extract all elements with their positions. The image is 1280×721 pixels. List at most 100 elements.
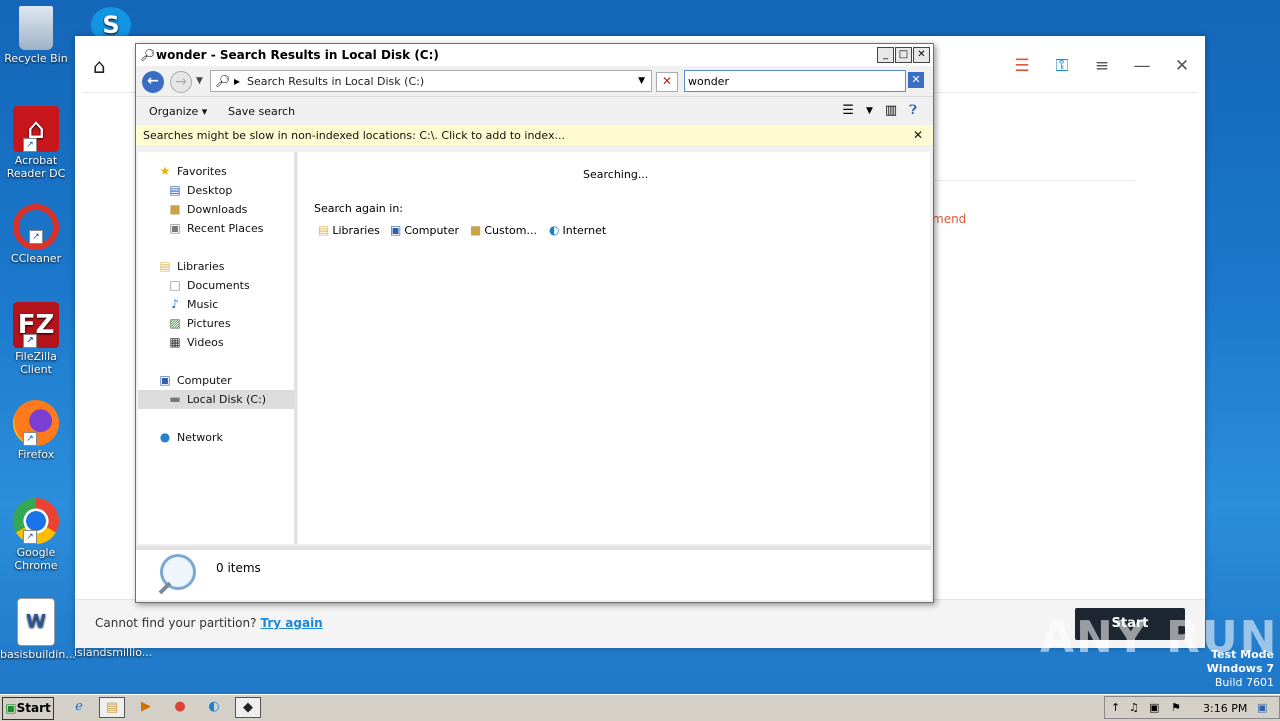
search-again-computer[interactable]: ▣ Computer (390, 223, 459, 237)
local-disk-icon: ▬ (169, 392, 181, 406)
taskbar: ▣Start ℯ ▤ ▶ ● ◐ ◆ ↑ ♫ ▣ ⚑ 3:16 PM ▣ (0, 694, 1280, 721)
taskbar-chrome-icon[interactable]: ● (167, 697, 193, 718)
taskbar-app-icon[interactable]: ◆ (235, 697, 261, 718)
nav-desktop[interactable]: ▤ Desktop (138, 181, 294, 200)
search-again-custom[interactable]: ■ Custom... (470, 223, 537, 237)
app-top-icons: ☰ ⚿ ≡ — ✕ (1013, 56, 1191, 76)
cannot-find-partition: Cannot find your partition? Try again (95, 616, 323, 630)
details-pane: 0 items (136, 546, 931, 600)
minimize-button[interactable]: _ (877, 47, 894, 63)
explorer-window: 🔎︎ wonder - Search Results in Local Disk… (135, 43, 934, 603)
navigation-pane: ★ Favorites ▤ Desktop ■ Downloads ▣ Recent P… (138, 152, 297, 544)
chrome-icon: ↗ (13, 498, 59, 544)
forward-button[interactable]: → (170, 71, 192, 93)
desktop-icon-chrome[interactable]: ↗ Google Chrome (0, 498, 72, 572)
maximize-button[interactable]: □ (895, 47, 912, 63)
address-bar[interactable]: 🔎︎ ▸ Search Results in Local Disk (C:) ▼ (210, 70, 652, 92)
word-document-icon: W (17, 598, 55, 646)
key-icon[interactable]: ⚿ (1053, 56, 1071, 76)
volume-icon[interactable]: ♫ (1129, 701, 1139, 714)
desktop-icon-ccleaner[interactable]: ↗ CCleaner (0, 204, 72, 265)
taskbar-media-player-icon[interactable]: ▶ (133, 697, 159, 718)
desktop-icon-recycle-bin[interactable]: Recycle Bin (0, 6, 72, 65)
view-options-icon[interactable]: ☰ (842, 103, 854, 119)
edge-icon: ◐ (549, 223, 560, 237)
back-button[interactable]: ← (142, 71, 164, 93)
libraries-icon: ▤ (318, 223, 330, 237)
stop-search-button[interactable]: ✕ (656, 72, 678, 92)
system-tray: ↑ ♫ ▣ ⚑ 3:16 PM ▣ (1104, 696, 1280, 719)
address-dropdown-icon[interactable]: ▼ (638, 76, 645, 86)
filezilla-icon: FZ ↗ (13, 302, 59, 348)
view-dropdown-icon[interactable]: ▼ (866, 103, 873, 119)
computer-icon: ▣ (390, 223, 402, 237)
minimize-icon[interactable]: — (1133, 56, 1151, 76)
show-desktop-icon[interactable]: ▣ (1257, 701, 1267, 714)
nav-downloads[interactable]: ■ Downloads (138, 200, 294, 219)
tray-expand-icon[interactable]: ↑ (1111, 701, 1120, 714)
searching-status: Searching... (583, 168, 649, 181)
acrobat-icon: ⌂ ↗ (13, 106, 59, 152)
help-icon[interactable]: ❓︎ (909, 103, 917, 119)
nav-network[interactable]: ● Network (138, 428, 294, 447)
downloads-folder-icon: ■ (169, 202, 181, 216)
nav-computer[interactable]: ▣ Computer (138, 371, 294, 390)
start-menu-button[interactable]: ▣Start (2, 697, 54, 720)
close-button[interactable]: ✕ (913, 47, 930, 63)
desktop-icon-filezilla[interactable]: FZ ↗ FileZilla Client (0, 302, 72, 376)
cart-icon[interactable]: ☰ (1013, 56, 1031, 76)
search-results-icon: 🔎︎ ▸ (215, 74, 241, 88)
search-icon: 🔎︎ (140, 48, 156, 62)
app-bottom-bar: Cannot find your partition? Try again Sta… (75, 599, 1205, 648)
computer-icon: ▣ (159, 373, 171, 387)
nav-libraries[interactable]: ▤ Libraries (138, 257, 294, 276)
network-tray-icon[interactable]: ▣ (1149, 701, 1159, 714)
libraries-icon: ▤ (159, 259, 171, 273)
music-icon: ♪ (171, 297, 179, 311)
preview-pane-icon[interactable]: ▥ (885, 103, 897, 119)
firefox-icon: ↗ (13, 400, 59, 446)
desktop-icon-acrobat[interactable]: ⌂ ↗ Acrobat Reader DC (0, 106, 72, 180)
recent-places-icon: ▣ (169, 221, 181, 235)
taskbar-explorer-icon[interactable]: ▤ (99, 697, 125, 718)
folder-icon: ■ (470, 223, 482, 237)
nav-music[interactable]: ♪ Music (138, 295, 294, 314)
nav-videos[interactable]: ▦ Videos (138, 333, 294, 352)
nav-documents[interactable]: □ Documents (138, 276, 294, 295)
documents-icon: □ (169, 278, 181, 292)
command-bar: Organize ▾ Save search ☰ ▼ ▥ ❓︎ (136, 96, 933, 125)
search-again-label: Search again in: (314, 202, 404, 215)
desktop-icon-firefox[interactable]: ↗ Firefox (0, 400, 72, 461)
window-title: wonder - Search Results in Local Disk (C… (156, 48, 439, 62)
ccleaner-icon: ↗ (13, 204, 59, 250)
explorer-titlebar[interactable]: 🔎︎ wonder - Search Results in Local Disk… (136, 44, 933, 66)
menu-icon[interactable]: ≡ (1093, 56, 1111, 76)
search-again-libraries[interactable]: ▤ Libraries (318, 223, 380, 237)
taskbar-ie-icon[interactable]: ℯ (66, 697, 92, 718)
close-infobar-icon[interactable]: ✕ (913, 128, 923, 142)
index-info-bar[interactable]: Searches might be slow in non-indexed lo… (136, 125, 933, 145)
nav-recent-places[interactable]: ▣ Recent Places (138, 219, 294, 238)
nav-pictures[interactable]: ▨ Pictures (138, 314, 294, 333)
search-again-internet[interactable]: ◐ Internet (549, 223, 606, 237)
navigation-bar: ← → ▼ 🔎︎ ▸ Search Results in Local Disk … (136, 66, 933, 96)
nav-local-disk[interactable]: ▬ Local Disk (C:) (138, 390, 294, 409)
recent-pages-chevron-icon[interactable]: ▼ (196, 76, 203, 86)
desktop-icon: ▤ (169, 183, 181, 197)
test-mode-label: Test Mode Windows 7 Build 7601 (1206, 648, 1274, 689)
clock[interactable]: 3:16 PM (1203, 702, 1247, 715)
organize-button[interactable]: Organize ▾ (149, 105, 207, 118)
nav-favorites[interactable]: ★ Favorites (138, 162, 294, 181)
clear-search-button[interactable]: ✕ (908, 72, 924, 88)
desktop-icon-word-doc[interactable]: W basisbuildin... (0, 598, 76, 661)
search-input[interactable]: wonder (684, 70, 906, 92)
try-again-link[interactable]: Try again (261, 616, 323, 630)
network-icon: ● (159, 430, 171, 444)
star-icon: ★ (159, 164, 171, 178)
close-icon[interactable]: ✕ (1173, 56, 1191, 76)
taskbar-edge-icon[interactable]: ◐ (201, 697, 227, 718)
save-search-button[interactable]: Save search (228, 105, 295, 118)
action-center-flag-icon[interactable]: ⚑ (1171, 701, 1181, 714)
home-icon[interactable]: ⌂ (93, 54, 106, 78)
recycle-bin-icon (19, 6, 53, 50)
